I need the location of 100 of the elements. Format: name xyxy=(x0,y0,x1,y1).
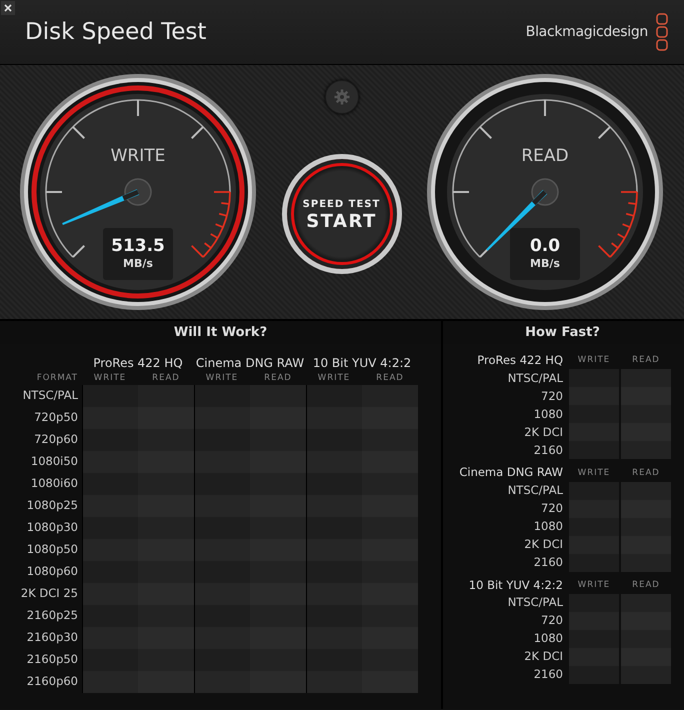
format-label: NTSC/PAL xyxy=(508,594,563,612)
result-cell xyxy=(194,450,250,473)
result-cell xyxy=(194,384,250,407)
result-cell xyxy=(82,604,138,627)
result-cell xyxy=(306,648,362,671)
result-cell xyxy=(621,612,671,630)
result-cell xyxy=(138,406,194,429)
result-cell xyxy=(250,538,306,561)
result-cell xyxy=(621,594,671,612)
window-title: Disk Speed Test xyxy=(25,18,206,47)
result-cell xyxy=(306,626,362,649)
result-cell xyxy=(306,494,362,517)
result-cell xyxy=(621,554,671,572)
codec-header: Cinema DNG RAW xyxy=(194,355,306,372)
codec-header: ProRes 422 HQ xyxy=(476,352,564,369)
result-cell xyxy=(138,648,194,671)
result-cell xyxy=(621,666,671,684)
result-cell xyxy=(621,500,671,518)
result-cell xyxy=(306,582,362,605)
result-cell xyxy=(194,670,250,693)
format-label: 2K DCI xyxy=(524,424,563,441)
codec-header: 10 Bit YUV 4:2:2 xyxy=(468,576,564,594)
result-cell xyxy=(362,450,418,473)
column-header: WRITE xyxy=(576,354,612,368)
result-cell xyxy=(82,670,138,693)
codec-header: 10 Bit YUV 4:2:2 xyxy=(312,355,412,372)
result-cell xyxy=(82,384,138,407)
result-cell xyxy=(138,450,194,473)
result-cell xyxy=(138,516,194,539)
format-label: 1080 xyxy=(534,406,563,423)
speed-value: 513.5 xyxy=(111,236,165,256)
result-cell xyxy=(194,428,250,451)
result-cell xyxy=(194,406,250,429)
settings-icon xyxy=(334,89,350,105)
result-cell xyxy=(82,538,138,561)
result-cell xyxy=(194,648,250,671)
format-label: 2160p60 xyxy=(26,673,78,690)
result-cell xyxy=(621,441,671,460)
speed-unit: MB/s xyxy=(530,256,560,272)
format-label: 2160 xyxy=(534,666,563,684)
result-cell xyxy=(194,516,250,539)
column-header: WRITE xyxy=(576,578,612,592)
result-cell xyxy=(194,582,250,605)
format-label: 2K DCI 25 xyxy=(20,585,78,602)
format-label: 720p50 xyxy=(34,409,78,426)
gauge-label: READ xyxy=(520,145,570,168)
result-cell xyxy=(82,406,138,429)
result-cell xyxy=(621,387,671,406)
settings-button[interactable] xyxy=(324,80,358,114)
format-label: 1080 xyxy=(534,518,563,535)
format-label: 720p60 xyxy=(34,431,78,448)
result-cell xyxy=(306,384,362,407)
result-cell xyxy=(194,560,250,583)
format-label: NTSC/PAL xyxy=(508,370,563,387)
start-button[interactable]: SPEED TEST START xyxy=(282,154,402,274)
result-cell xyxy=(250,494,306,517)
result-cell xyxy=(250,626,306,649)
close-button[interactable] xyxy=(1,1,15,15)
result-cell xyxy=(82,560,138,583)
result-cell xyxy=(82,626,138,649)
result-cell xyxy=(621,369,671,388)
column-header: WRITE xyxy=(204,372,240,385)
result-cell xyxy=(621,405,671,424)
column-header: READ xyxy=(151,372,181,385)
result-cell xyxy=(138,384,194,407)
result-cell xyxy=(250,384,306,407)
result-cell xyxy=(362,494,418,517)
codec-header: Cinema DNG RAW xyxy=(458,464,564,482)
result-cell xyxy=(306,406,362,429)
column-header: READ xyxy=(631,466,661,480)
result-cell xyxy=(621,482,671,500)
column-header: WRITE xyxy=(92,372,128,385)
speed-unit: MB/s xyxy=(123,256,153,272)
close-icon xyxy=(4,4,12,12)
result-cell xyxy=(194,604,250,627)
result-cell xyxy=(362,648,418,671)
result-cell xyxy=(306,516,362,539)
format-label: 720 xyxy=(541,388,563,405)
result-cell xyxy=(306,450,362,473)
result-cell xyxy=(82,648,138,671)
result-cell xyxy=(138,428,194,451)
result-cell xyxy=(362,604,418,627)
logo-icon xyxy=(656,13,668,51)
speed-value: 0.0 xyxy=(530,236,560,256)
result-cell xyxy=(621,648,671,666)
result-cell xyxy=(250,604,306,627)
column-header: FORMAT xyxy=(36,372,79,385)
result-cell xyxy=(306,538,362,561)
format-label: 1080i60 xyxy=(30,475,78,492)
format-label: 2160p25 xyxy=(26,607,78,624)
result-cell xyxy=(362,406,418,429)
result-cell xyxy=(138,472,194,495)
result-cell xyxy=(138,494,194,517)
column-header: WRITE xyxy=(316,372,352,385)
format-label: 2160 xyxy=(534,554,563,571)
result-cell xyxy=(250,450,306,473)
result-cell xyxy=(362,582,418,605)
result-cell xyxy=(306,604,362,627)
result-cell xyxy=(362,626,418,649)
result-cell xyxy=(250,648,306,671)
